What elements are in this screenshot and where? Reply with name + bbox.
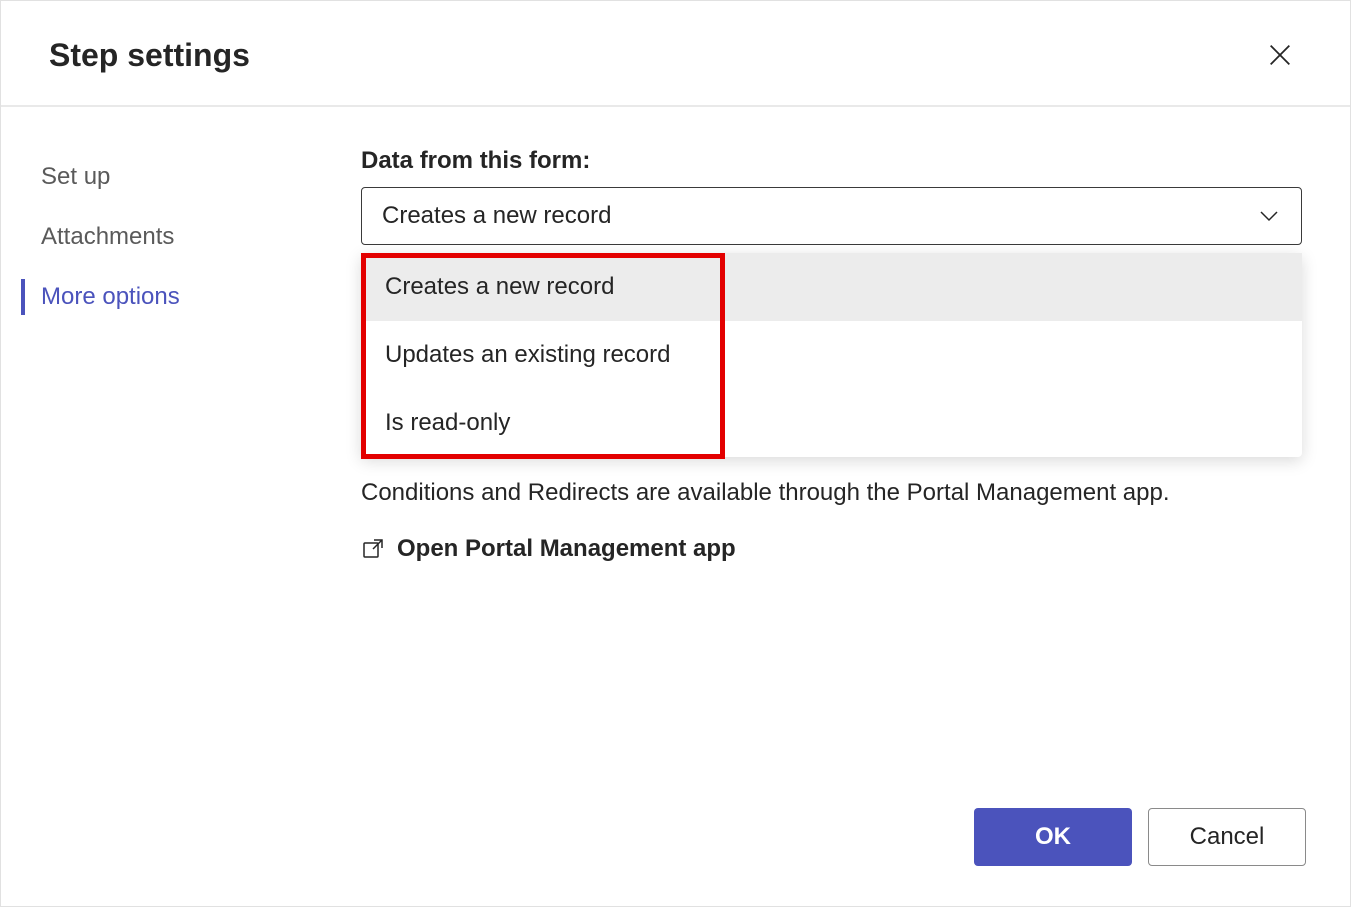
data-from-form-dropdown[interactable]: Creates a new record [361, 187, 1302, 245]
dropdown-menu: Creates a new record Updates an existing… [361, 253, 1302, 457]
sidebar-item-label: More options [41, 283, 180, 310]
sidebar: Set up Attachments More options [1, 147, 341, 788]
dialog-header: Step settings [1, 1, 1350, 107]
dropdown-option-creates-new[interactable]: Creates a new record [361, 253, 1302, 321]
dropdown-wrapper: Creates a new record Creates a new recor… [361, 187, 1302, 245]
dropdown-option-updates-existing[interactable]: Updates an existing record [361, 321, 1302, 389]
dialog-title: Step settings [49, 37, 250, 74]
dropdown-selected-value: Creates a new record [382, 202, 611, 230]
sidebar-item-label: Set up [41, 163, 110, 190]
chevron-down-icon [1257, 204, 1281, 228]
sidebar-item-attachments[interactable]: Attachments [21, 207, 341, 267]
description-text: Conditions and Redirects are available t… [361, 475, 1302, 511]
sidebar-item-setup[interactable]: Set up [21, 147, 341, 207]
external-link-icon [361, 537, 385, 561]
dialog-body: Set up Attachments More options Data fro… [1, 107, 1350, 788]
sidebar-item-label: Attachments [41, 223, 174, 250]
dropdown-option-label: Is read-only [385, 409, 510, 436]
close-button[interactable] [1258, 33, 1302, 77]
dropdown-option-read-only[interactable]: Is read-only [361, 389, 1302, 457]
main-content: Data from this form: Creates a new recor… [341, 147, 1350, 788]
dropdown-option-label: Updates an existing record [385, 341, 671, 368]
dropdown-option-label: Creates a new record [385, 273, 614, 300]
step-settings-dialog: Step settings Set up Attachments More op… [0, 0, 1351, 907]
dialog-footer: OK Cancel [1, 788, 1350, 906]
close-icon [1266, 41, 1294, 69]
ok-button[interactable]: OK [974, 808, 1132, 866]
field-label: Data from this form: [361, 147, 1302, 175]
link-text: Open Portal Management app [397, 535, 736, 563]
open-portal-management-link[interactable]: Open Portal Management app [361, 535, 1302, 563]
cancel-button[interactable]: Cancel [1148, 808, 1306, 866]
sidebar-item-more-options[interactable]: More options [21, 267, 341, 327]
